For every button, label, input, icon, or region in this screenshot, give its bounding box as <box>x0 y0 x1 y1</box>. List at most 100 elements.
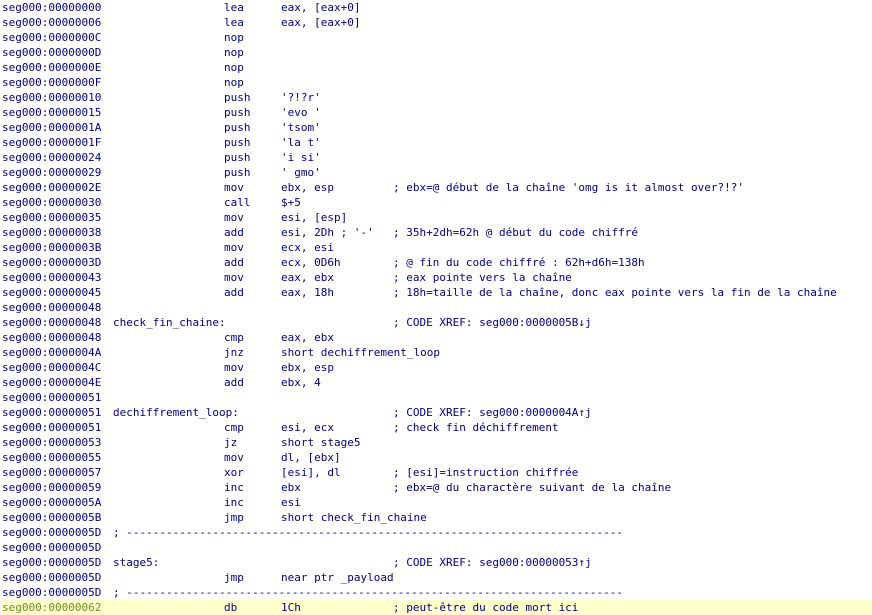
line-address[interactable]: seg000:00000051 <box>2 390 101 405</box>
instruction-mnemonic[interactable]: cmp <box>224 330 244 345</box>
instruction-mnemonic[interactable]: nop <box>224 60 244 75</box>
line-address[interactable]: seg000:0000000D <box>2 45 101 60</box>
instruction-operand[interactable]: eax, [eax+0] <box>281 0 360 15</box>
listing-line[interactable]: seg000:0000000C nop <box>2 30 872 45</box>
instruction-operand[interactable]: 'la t' <box>281 135 321 150</box>
listing-line[interactable]: seg000:00000024 push 'i si' <box>2 150 872 165</box>
line-address[interactable]: seg000:00000059 <box>2 480 101 495</box>
listing-line[interactable]: seg000:00000010 push '?!?r' <box>2 90 872 105</box>
line-address[interactable]: seg000:00000048 <box>2 300 101 315</box>
line-address[interactable]: seg000:00000035 <box>2 210 101 225</box>
listing-line[interactable]: seg000:00000059 inc ebx ; ebx=@ du charactè… <box>2 480 872 495</box>
instruction-mnemonic[interactable]: mov <box>224 180 244 195</box>
listing-line[interactable]: seg000:00000062 db 1Ch ; peut-être du code … <box>2 600 872 615</box>
instruction-mnemonic[interactable]: push <box>224 165 251 180</box>
line-address[interactable]: seg000:00000015 <box>2 105 101 120</box>
instruction-operand[interactable]: ebx <box>281 480 301 495</box>
line-address[interactable]: seg000:0000001F <box>2 135 101 150</box>
line-address[interactable]: seg000:0000003B <box>2 240 101 255</box>
instruction-mnemonic[interactable]: add <box>224 225 244 240</box>
instruction-operand[interactable]: ecx, esi <box>281 240 334 255</box>
instruction-mnemonic[interactable]: lea <box>224 15 244 30</box>
line-address[interactable]: seg000:0000002E <box>2 180 101 195</box>
code-label[interactable]: stage5: <box>113 555 159 570</box>
listing-line[interactable]: seg000:00000035 mov esi, [esp] <box>2 210 872 225</box>
line-address[interactable]: seg000:00000048 <box>2 330 101 345</box>
instruction-mnemonic[interactable]: push <box>224 135 251 150</box>
instruction-operand[interactable]: eax, ebx <box>281 330 334 345</box>
instruction-operand[interactable]: ebx, esp <box>281 180 334 195</box>
instruction-operand[interactable]: $+5 <box>281 195 301 210</box>
instruction-operand[interactable]: [esi], dl <box>281 465 341 480</box>
line-address[interactable]: seg000:00000029 <box>2 165 101 180</box>
instruction-operand[interactable]: near ptr _payload <box>281 570 394 585</box>
listing-line[interactable]: seg000:0000005D ; -----------------------… <box>2 585 872 600</box>
listing-line[interactable]: seg000:00000029 push ' gmo' <box>2 165 872 180</box>
line-address[interactable]: seg000:00000038 <box>2 225 101 240</box>
instruction-mnemonic[interactable]: push <box>224 90 251 105</box>
listing-line[interactable]: seg000:00000043 mov eax, ebx ; eax pointe v… <box>2 270 872 285</box>
instruction-mnemonic[interactable]: jnz <box>224 345 244 360</box>
listing-line[interactable]: seg000:0000005D ; -----------------------… <box>2 525 872 540</box>
instruction-mnemonic[interactable]: mov <box>224 240 244 255</box>
listing-line[interactable]: seg000:00000030 call $+5 <box>2 195 872 210</box>
line-address[interactable]: seg000:00000024 <box>2 150 101 165</box>
listing-line[interactable]: seg000:00000057 xor [esi], dl ; [esi]=instr… <box>2 465 872 480</box>
listing-line[interactable]: seg000:00000038 add esi, 2Dh ; '-' ; 35h+2d… <box>2 225 872 240</box>
listing-line[interactable]: seg000:0000002E mov ebx, esp ; ebx=@ début … <box>2 180 872 195</box>
instruction-mnemonic[interactable]: mov <box>224 210 244 225</box>
listing-line[interactable]: seg000:00000051 cmp esi, ecx ; check fin dé… <box>2 420 872 435</box>
listing-line[interactable]: seg000:0000001F push 'la t' <box>2 135 872 150</box>
line-address[interactable]: seg000:0000000F <box>2 75 101 90</box>
listing-line[interactable]: seg000:0000000D nop <box>2 45 872 60</box>
listing-line[interactable]: seg000:00000000 lea eax, [eax+0] <box>2 0 872 15</box>
line-address[interactable]: seg000:00000051 <box>2 405 101 420</box>
code-label[interactable]: dechiffrement_loop: <box>113 405 239 420</box>
line-address[interactable]: seg000:0000005D <box>2 555 101 570</box>
instruction-operand[interactable]: esi <box>281 495 301 510</box>
listing-line[interactable]: seg000:0000005D <box>2 540 872 555</box>
instruction-mnemonic[interactable]: nop <box>224 30 244 45</box>
instruction-mnemonic[interactable]: push <box>224 105 251 120</box>
instruction-mnemonic[interactable]: add <box>224 375 244 390</box>
instruction-mnemonic[interactable]: jmp <box>224 570 244 585</box>
listing-line[interactable]: seg000:0000000F nop <box>2 75 872 90</box>
listing-line[interactable]: seg000:00000051 <box>2 390 872 405</box>
instruction-mnemonic[interactable]: inc <box>224 495 244 510</box>
instruction-operand[interactable]: esi, 2Dh ; '-' <box>281 225 374 240</box>
line-address[interactable]: seg000:0000004C <box>2 360 101 375</box>
line-address[interactable]: seg000:00000000 <box>2 0 101 15</box>
instruction-mnemonic[interactable]: mov <box>224 270 244 285</box>
line-address[interactable]: seg000:00000045 <box>2 285 101 300</box>
instruction-mnemonic[interactable]: nop <box>224 45 244 60</box>
instruction-mnemonic[interactable]: mov <box>224 450 244 465</box>
instruction-mnemonic[interactable]: db <box>224 600 237 615</box>
instruction-mnemonic[interactable]: xor <box>224 465 244 480</box>
instruction-mnemonic[interactable]: call <box>224 195 251 210</box>
line-address[interactable]: seg000:00000048 <box>2 315 101 330</box>
instruction-operand[interactable]: 'i si' <box>281 150 321 165</box>
line-address[interactable]: seg000:0000005D <box>2 525 101 540</box>
listing-line[interactable]: seg000:0000001A push 'tsom' <box>2 120 872 135</box>
listing-line[interactable]: seg000:00000051 dechiffrement_loop: ; CODE… <box>2 405 872 420</box>
line-address[interactable]: seg000:0000003D <box>2 255 101 270</box>
listing-line[interactable]: seg000:00000048 <box>2 300 872 315</box>
instruction-operand[interactable]: ebx, 4 <box>281 375 321 390</box>
instruction-mnemonic[interactable]: add <box>224 285 244 300</box>
listing-line[interactable]: seg000:00000055 mov dl, [ebx] <box>2 450 872 465</box>
listing-line[interactable]: seg000:00000045 add eax, 18h ; 18h=taille d… <box>2 285 872 300</box>
listing-line[interactable]: seg000:0000000E nop <box>2 60 872 75</box>
line-address[interactable]: seg000:0000000E <box>2 60 101 75</box>
listing-line[interactable]: seg000:00000053 jz short stage5 <box>2 435 872 450</box>
instruction-mnemonic[interactable]: push <box>224 120 251 135</box>
line-address[interactable]: seg000:00000030 <box>2 195 101 210</box>
line-address[interactable]: seg000:0000005D <box>2 540 101 555</box>
line-address[interactable]: seg000:0000004A <box>2 345 101 360</box>
instruction-operand[interactable]: 1Ch <box>281 600 301 615</box>
instruction-operand[interactable]: ecx, 0D6h <box>281 255 341 270</box>
instruction-mnemonic[interactable]: nop <box>224 75 244 90</box>
instruction-mnemonic[interactable]: lea <box>224 0 244 15</box>
instruction-operand[interactable]: short check_fin_chaine <box>281 510 427 525</box>
instruction-operand[interactable]: eax, ebx <box>281 270 334 285</box>
instruction-mnemonic[interactable]: cmp <box>224 420 244 435</box>
